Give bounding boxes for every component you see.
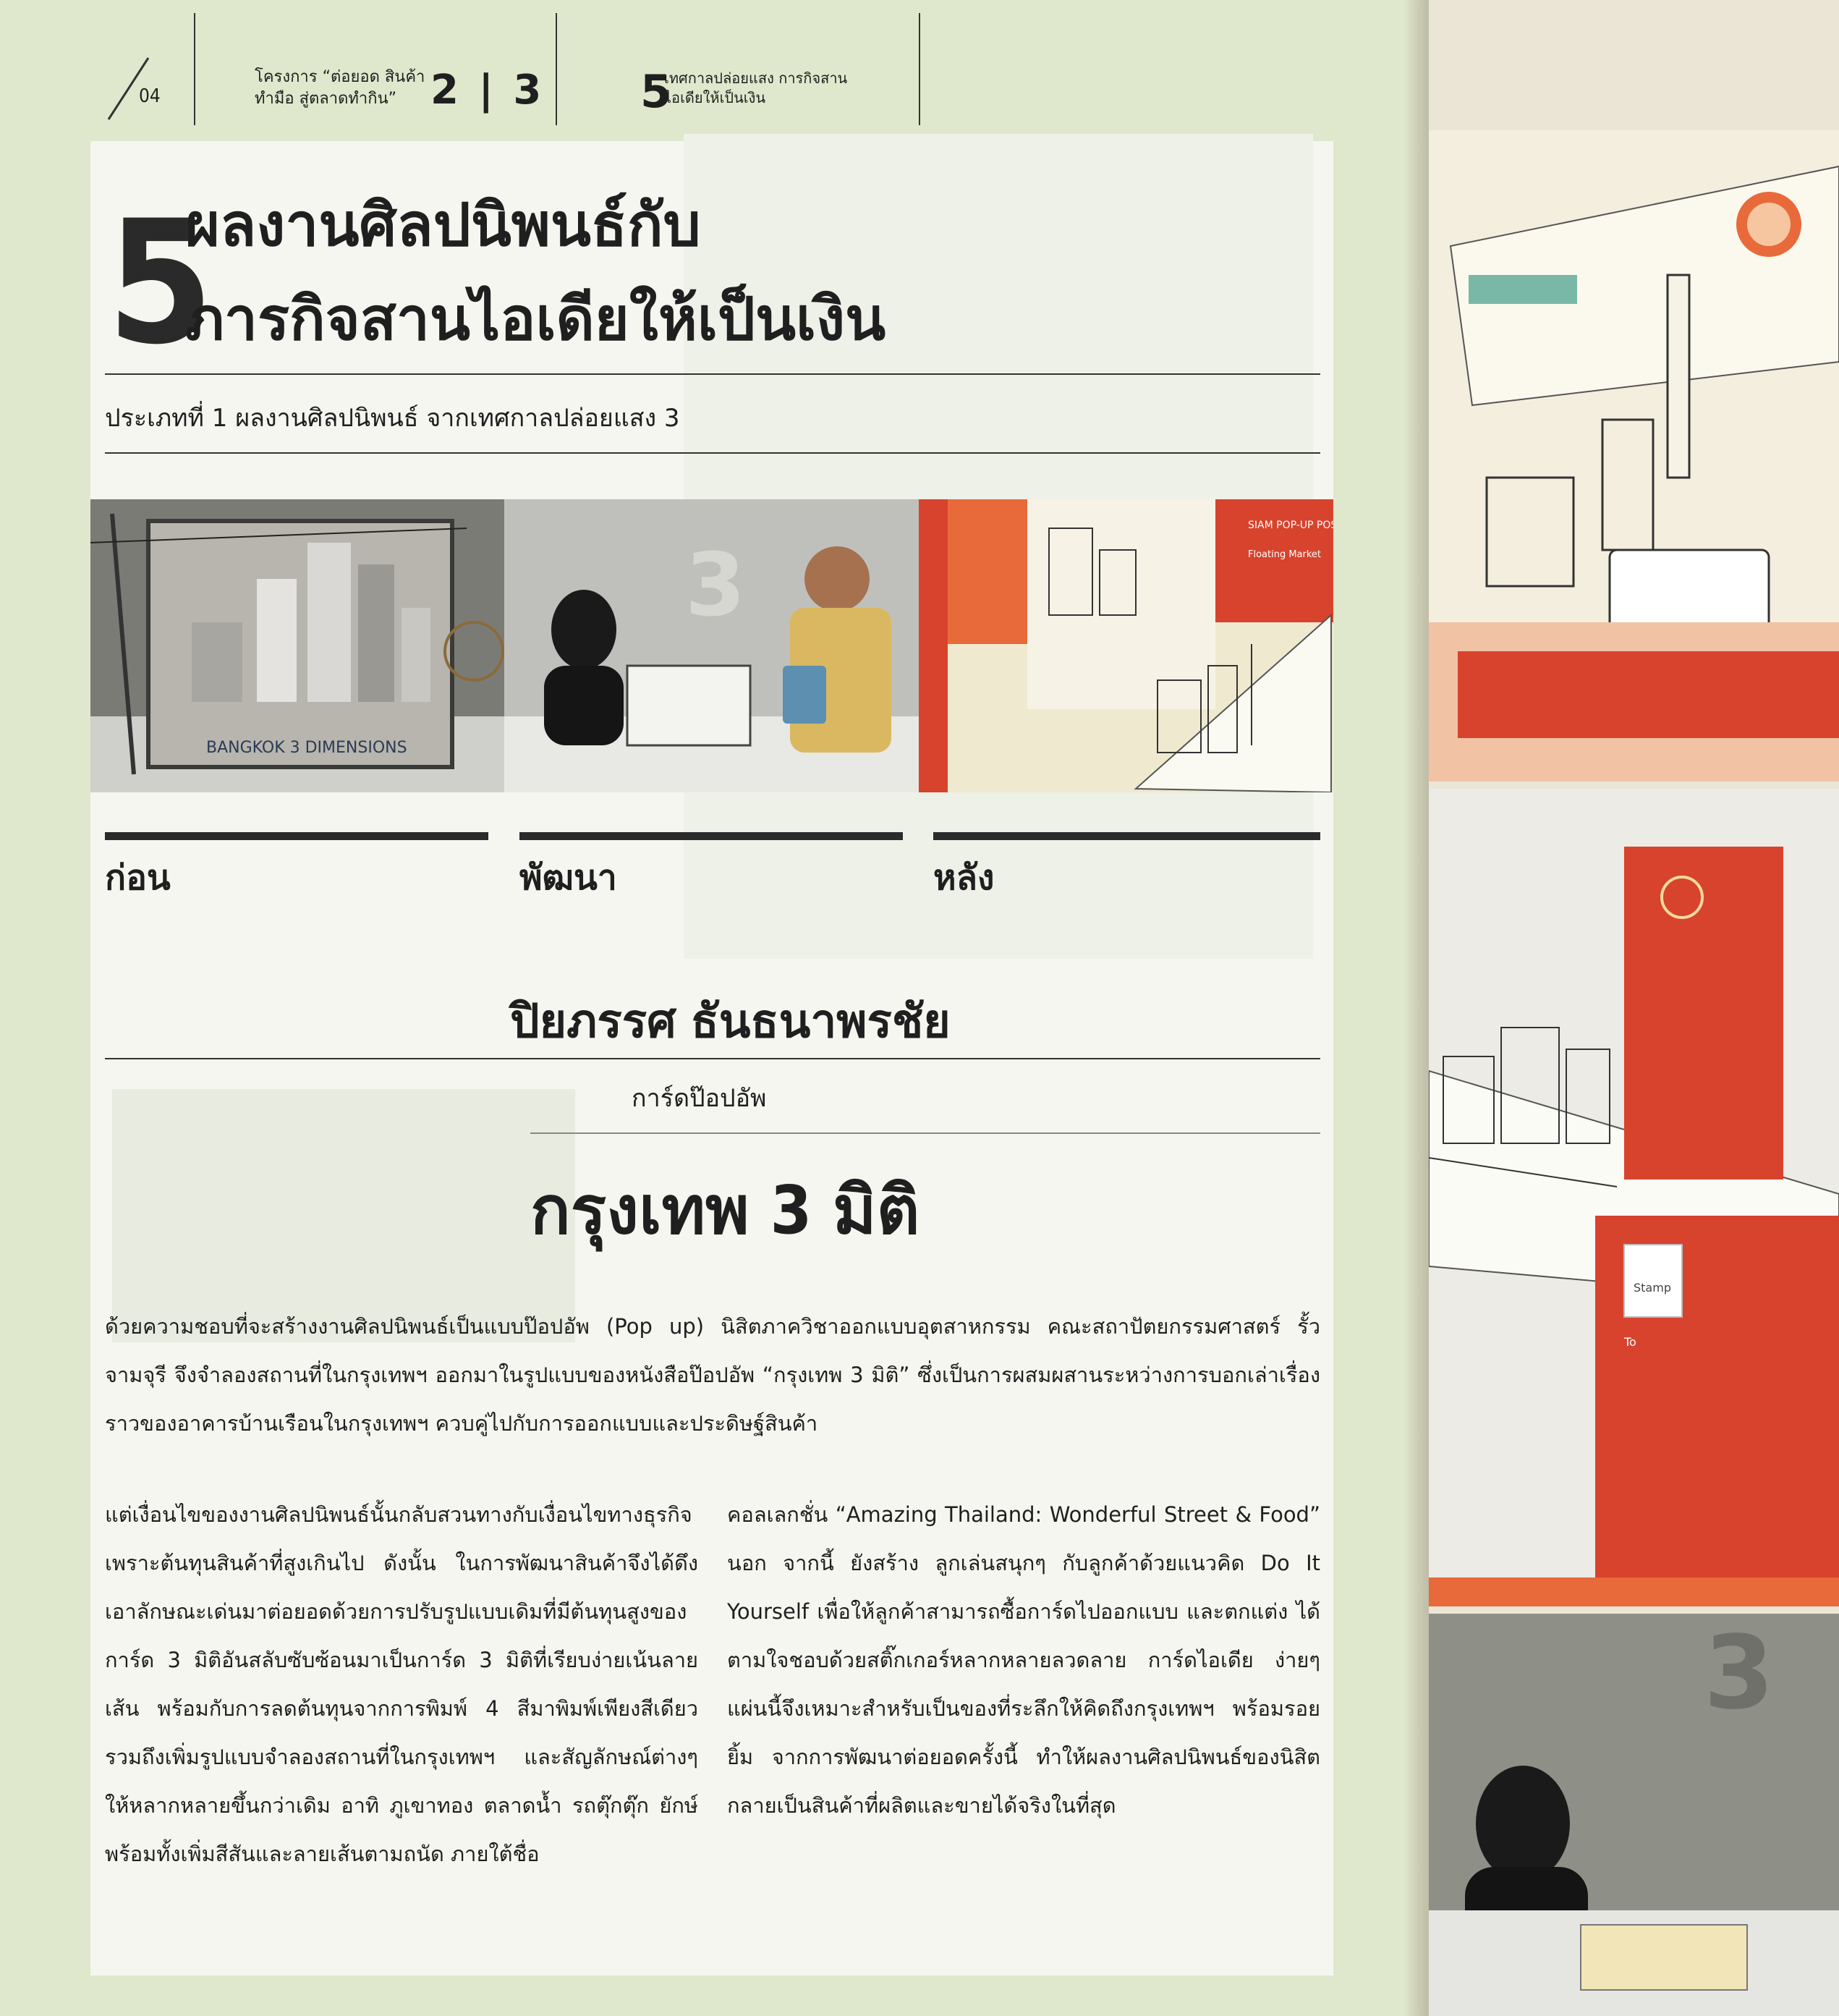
header-divider <box>919 13 920 125</box>
header-divider <box>556 13 557 125</box>
title-rule <box>105 373 1320 375</box>
stage-bar-development <box>519 832 903 840</box>
meeting-scene-illustration: 3 <box>504 499 919 792</box>
stage-bar-after <box>933 832 1320 840</box>
room-number-facing: 3 <box>1704 1614 1774 1732</box>
postcard-cover: SIAM POP-UP POSTCARD <box>1248 520 1333 531</box>
card-type: การ์ดป๊อปอัพ <box>632 1084 767 1113</box>
photo-after: SIAM POP-UP POSTCARD Floating Market <box>919 499 1333 792</box>
left-page: 04 โครงการ “ต่อยอด สินค้าทำมือ สู่ตลาดทำ… <box>0 0 1418 2016</box>
category-subtitle: ประเภทที่ 1 ผลงานศิลปนิพนธ์ จากเทศกาลปล่… <box>105 404 680 433</box>
stage-label-after: หลัง <box>933 857 995 898</box>
photo-before: BANGKOK 3 DIMENSIONS <box>90 499 504 792</box>
program-name: โครงการ “ต่อยอด สินค้าทำมือ สู่ตลาดทำกิน… <box>255 68 425 108</box>
right-page: Stamp To 3 <box>1429 0 1839 2016</box>
model-sign: BANGKOK 3 DIMENSIONS <box>206 739 407 757</box>
program-index: 2 | 3 <box>430 67 545 114</box>
subtitle-rule <box>105 452 1320 454</box>
to-label: To <box>1623 1335 1636 1349</box>
author-rule <box>105 1058 1320 1059</box>
body-column-right: คอลเลกชั่น “Amazing Thailand: Wonderful … <box>727 1502 1320 1818</box>
postcard-subtitle: Floating Market <box>1248 549 1321 560</box>
popup-model-illustration: BANGKOK 3 DIMENSIONS <box>90 499 504 792</box>
photo-development: 3 <box>504 499 919 792</box>
facing-page-photos: Stamp To 3 <box>1429 0 1839 2016</box>
stage-label-before: ก่อน <box>105 857 171 898</box>
header-divider <box>194 13 195 125</box>
room-number: 3 <box>685 535 746 636</box>
intro-paragraph: ด้วยความชอบที่จะสร้างงานศิลปนิพนธ์เป็นแบ… <box>105 1314 1320 1436</box>
card-type-rule <box>530 1132 1320 1134</box>
stamp-label: Stamp <box>1634 1281 1671 1295</box>
stage-bar-before <box>105 832 488 840</box>
title-line-1: ผลงานศิลปนิพนธ์กับ <box>185 191 701 260</box>
product-name: กรุงเทพ 3 มิติ <box>530 1172 920 1249</box>
stage-label-development: พัฒนา <box>519 857 617 898</box>
postcard-illustration: SIAM POP-UP POSTCARD Floating Market <box>919 499 1333 792</box>
author-name: ปิยภรรศ ธันธนาพรชัย <box>510 995 951 1049</box>
festival-title: เทศกาลปล่อยแสง การกิจสานไอเดียให้เป็นเงิ… <box>664 69 848 106</box>
page-number: 04 <box>139 85 161 107</box>
body-column-left: แต่เงื่อนไขของงานศิลปนิพนธ์นั้นกลับสวนทา… <box>105 1502 698 1866</box>
title-line-2: ภารกิจสานไอเดียให้เป็นเงิน <box>185 285 886 354</box>
